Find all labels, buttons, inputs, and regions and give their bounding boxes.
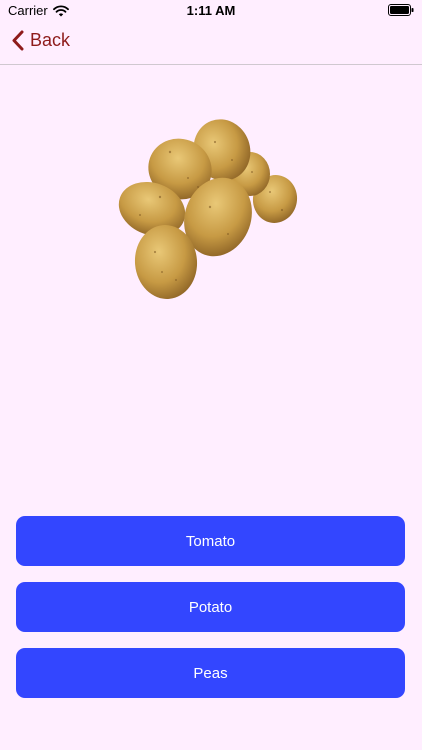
navigation-bar: Back (0, 22, 422, 65)
answer-button-tomato[interactable]: Tomato (16, 516, 405, 566)
answer-button-peas[interactable]: Peas (16, 648, 405, 698)
potatoes-image (110, 112, 310, 307)
chevron-left-icon (12, 30, 24, 51)
battery-full-icon (388, 4, 414, 16)
status-time: 1:11 AM (186, 3, 236, 18)
answer-button-potato[interactable]: Potato (16, 582, 405, 632)
back-label: Back (30, 30, 71, 50)
answer-options: Tomato Potato Peas (16, 516, 405, 714)
back-button[interactable]: Back (12, 30, 70, 51)
status-bar: Carrier 1:11 AM (0, 0, 422, 22)
